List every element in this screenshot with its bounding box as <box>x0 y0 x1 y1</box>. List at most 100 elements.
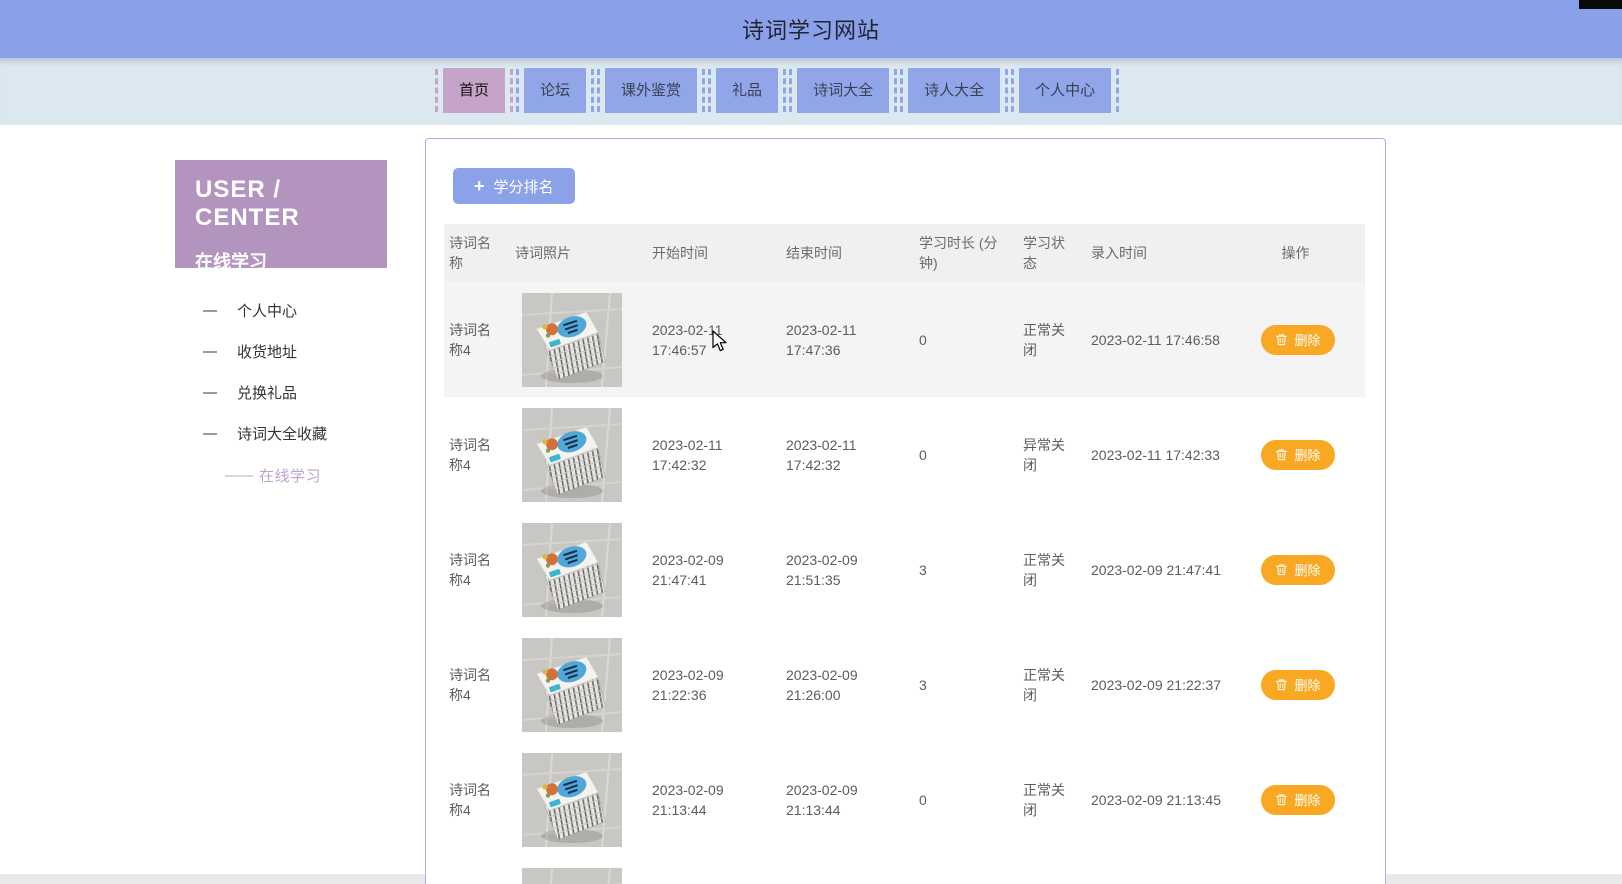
cell-duration: 3 <box>919 561 927 578</box>
delete-button[interactable]: 删除 <box>1261 324 1335 355</box>
cell-end-time: 2023-02-09 21:51:35 <box>786 551 858 588</box>
cell-action: 删除 <box>1231 784 1365 815</box>
header-cell-action: 操作 <box>1281 245 1310 261</box>
cell-action: 删除 <box>1231 439 1365 470</box>
magazine-stack-photo <box>522 637 622 732</box>
sidebar-menu: 个人中心收货地址兑换礼品诗词大全收藏 <box>175 290 387 454</box>
cell-action: 删除 <box>1231 669 1365 700</box>
credit-ranking-label: 学分排名 <box>493 178 554 196</box>
cell-status: 正常关闭 <box>1023 781 1065 818</box>
magazine-stack-photo <box>522 752 622 847</box>
plus-icon: + <box>474 176 485 196</box>
subitem-label: 在线学习 <box>259 467 322 485</box>
delete-button-label: 删除 <box>1294 678 1321 693</box>
user-center-title: USER / CENTER <box>195 176 300 231</box>
header-cell-start: 开始时间 <box>652 245 708 261</box>
delete-button-label: 删除 <box>1294 448 1321 463</box>
table-row: 删除 <box>444 857 1365 884</box>
nav-tab[interactable]: 论坛 <box>516 68 595 113</box>
cell-poem-photo <box>510 867 647 884</box>
main-nav: 首页 论坛 课外鉴赏 礼品 诗词大全 诗人大全 个人中心 <box>0 58 1622 125</box>
table-header: 诗词名称 诗词照片 开始时间 结束时间 学习时长 (分钟) 学习状态 录入时间 … <box>444 224 1365 282</box>
cell-entered-time: 2023-02-11 17:42:33 <box>1091 446 1220 463</box>
menu-dash-icon <box>203 309 217 312</box>
header-cell-status: 学习状态 <box>1023 235 1065 271</box>
app-header: 诗词学习网站 <box>0 0 1622 58</box>
delete-button-label: 删除 <box>1294 793 1321 808</box>
cell-poem-name: 诗词名称4 <box>449 666 491 703</box>
menu-dash-icon <box>203 350 217 353</box>
menu-item-label: 兑换礼品 <box>237 385 298 402</box>
cell-entered-time: 2023-02-09 21:13:45 <box>1091 791 1221 808</box>
page: 诗词学习网站 首页 论坛 课外鉴赏 礼品 诗词大全 诗人大全 个人中心 USER / CEN… <box>0 0 1622 884</box>
delete-button[interactable]: 删除 <box>1261 439 1335 470</box>
cell-start-time: 2023-02-09 21:47:41 <box>652 551 724 588</box>
delete-button-label: 删除 <box>1294 333 1321 348</box>
cell-entered-time: 2023-02-09 21:22:37 <box>1091 676 1221 693</box>
header-cell-name: 诗词名称 <box>449 235 491 271</box>
sidebar-menu-item[interactable]: 收货地址 <box>203 331 387 372</box>
menu-item-label: 诗词大全收藏 <box>237 426 328 443</box>
header-cell-photo: 诗词照片 <box>515 245 571 261</box>
window-corner-artifact <box>1579 0 1622 9</box>
magazine-stack-photo <box>522 292 622 387</box>
cell-poem-photo <box>510 522 647 617</box>
table-body: 诗词名称4 2023-02-11 17:46:57 2023-02-11 17:… <box>444 282 1365 884</box>
cell-poem-photo <box>510 407 647 502</box>
cell-entered-time: 2023-02-11 17:46:58 <box>1091 331 1220 348</box>
cell-start-time: 2023-02-09 21:13:44 <box>652 781 724 818</box>
sidebar-menu-item[interactable]: 个人中心 <box>203 290 387 331</box>
cell-end-time: 2023-02-11 17:47:36 <box>786 321 857 358</box>
cell-poem-photo <box>510 752 647 847</box>
trash-icon <box>1276 679 1288 691</box>
cell-duration: 3 <box>919 676 927 693</box>
user-center-subtitle: 在线学习 <box>195 252 267 272</box>
delete-button[interactable]: 删除 <box>1261 784 1335 815</box>
menu-dash-icon <box>203 432 217 435</box>
cell-action: 删除 <box>1231 554 1365 585</box>
cell-poem-photo <box>510 637 647 732</box>
cell-status: 正常关闭 <box>1023 551 1065 588</box>
cell-start-time: 2023-02-11 17:42:32 <box>652 436 723 473</box>
cell-status: 异常关闭 <box>1023 436 1065 473</box>
header-cell-duration: 学习时长 (分钟) <box>919 235 998 271</box>
magazine-stack-photo <box>522 522 622 617</box>
cell-status: 正常关闭 <box>1023 321 1065 358</box>
nav-tab[interactable]: 礼品 <box>708 68 787 113</box>
table-row: 诗词名称4 <box>444 512 1365 627</box>
sidebar-subitem-online-learning[interactable]: —— 在线学习 <box>225 456 387 494</box>
cell-duration: 0 <box>919 331 927 348</box>
cell-entered-time: 2023-02-09 21:47:41 <box>1091 561 1221 578</box>
trash-icon <box>1276 794 1288 806</box>
trash-icon <box>1276 449 1288 461</box>
delete-button[interactable]: 删除 <box>1261 669 1335 700</box>
nav-tab[interactable]: 首页 <box>434 68 514 113</box>
cell-end-time: 2023-02-09 21:26:00 <box>786 666 858 703</box>
delete-button[interactable]: 删除 <box>1261 554 1335 585</box>
records-table: 诗词名称 诗词照片 开始时间 结束时间 学习时长 (分钟) 学习状态 录入时间 … <box>444 224 1365 884</box>
content-panel: + 学分排名 诗词名称 诗词照片 开始时间 结束时间 学习时长 (分钟) 学习状… <box>425 138 1386 884</box>
nav-tab[interactable]: 个人中心 <box>1011 68 1120 113</box>
header-cell-end: 结束时间 <box>786 245 842 261</box>
delete-button-label: 删除 <box>1294 563 1321 578</box>
nav-tabs: 首页 论坛 课外鉴赏 礼品 诗词大全 诗人大全 个人中心 <box>434 68 1120 113</box>
cell-duration: 0 <box>919 446 927 463</box>
sidebar-menu-item[interactable]: 诗词大全收藏 <box>203 413 387 454</box>
sidebar: USER / CENTER 在线学习 个人中心收货地址兑换礼品诗词大全收藏 ——… <box>175 160 387 494</box>
table-row: 诗词名称4 <box>444 627 1365 742</box>
menu-item-label: 收货地址 <box>237 344 298 361</box>
sidebar-menu-item[interactable]: 兑换礼品 <box>203 372 387 413</box>
cell-poem-name: 诗词名称4 <box>449 551 491 588</box>
credit-ranking-button[interactable]: + 学分排名 <box>453 168 575 204</box>
cell-status: 正常关闭 <box>1023 666 1065 703</box>
nav-tab[interactable]: 诗词大全 <box>789 68 898 113</box>
subitem-dash-icon: —— <box>225 466 253 484</box>
cell-start-time: 2023-02-09 21:22:36 <box>652 666 724 703</box>
nav-tab[interactable]: 诗人大全 <box>900 68 1009 113</box>
magazine-stack-photo <box>522 867 622 884</box>
table-row: 诗词名称4 <box>444 397 1365 512</box>
user-center-card: USER / CENTER 在线学习 <box>175 160 387 272</box>
app-title: 诗词学习网站 <box>741 18 880 43</box>
magazine-stack-photo <box>522 407 622 502</box>
nav-tab[interactable]: 课外鉴赏 <box>597 68 706 113</box>
